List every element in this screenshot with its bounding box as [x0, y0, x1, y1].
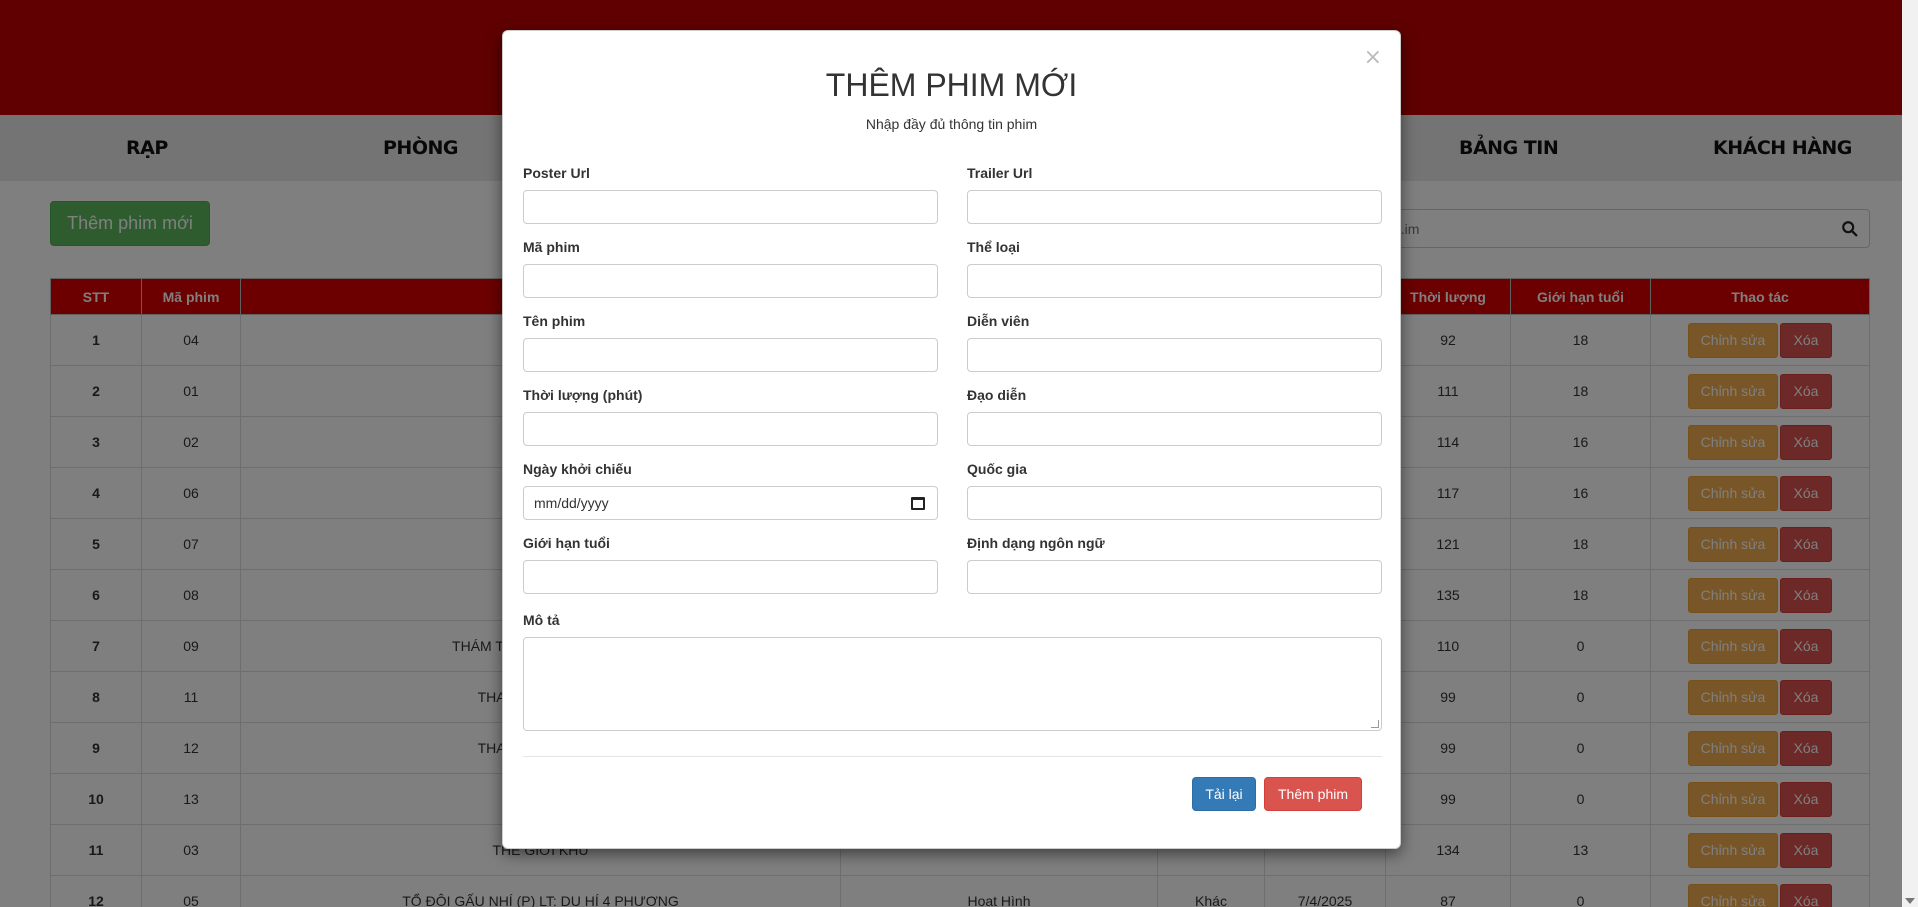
actors-label: Diễn viên — [967, 313, 1030, 329]
submit-movie-button[interactable]: Thêm phim — [1264, 777, 1362, 811]
genre-group: Thể loại — [967, 239, 1382, 298]
country-input[interactable] — [967, 486, 1382, 520]
actors-input[interactable] — [967, 338, 1382, 372]
trailer-url-group: Trailer Url — [967, 165, 1382, 224]
language-label: Định dạng ngôn ngữ — [967, 535, 1105, 551]
name-input[interactable] — [523, 338, 938, 372]
poster-url-label: Poster Url — [523, 165, 590, 181]
reload-button[interactable]: Tải lại — [1192, 777, 1256, 811]
release-date-input[interactable]: mm/dd/yyyy — [523, 486, 938, 520]
modal-title: THÊM PHIM MỚI — [825, 67, 1078, 103]
actors-group: Diễn viên — [967, 313, 1382, 372]
name-label: Tên phim — [523, 313, 586, 329]
duration-group: Thời lượng (phút) — [523, 387, 938, 446]
duration-input[interactable] — [523, 412, 938, 446]
date-placeholder: mm/dd/yyyy — [534, 495, 609, 511]
release-date-label: Ngày khởi chiếu — [523, 461, 632, 477]
code-group: Mã phim — [523, 239, 938, 298]
genre-input[interactable] — [967, 264, 1382, 298]
code-label: Mã phim — [523, 239, 580, 255]
close-icon[interactable]: × — [1364, 47, 1382, 69]
trailer-url-label: Trailer Url — [967, 165, 1033, 181]
language-input[interactable] — [967, 560, 1382, 594]
trailer-url-input[interactable] — [967, 190, 1382, 224]
age-limit-label: Giới hạn tuổi — [523, 535, 610, 551]
name-group: Tên phim — [523, 313, 938, 372]
scroll-down-icon[interactable] — [1905, 898, 1915, 904]
modal-footer-divider — [523, 756, 1382, 757]
language-group: Định dạng ngôn ngữ — [967, 535, 1382, 594]
country-group: Quốc gia — [967, 461, 1382, 520]
modal-subtitle: Nhập đầy đủ thông tin phim — [865, 116, 1038, 132]
genre-label: Thể loại — [967, 239, 1020, 255]
director-group: Đạo diễn — [967, 387, 1382, 446]
country-label: Quốc gia — [967, 461, 1027, 477]
description-group: Mô tả — [523, 612, 1382, 731]
page-scrollbar[interactable] — [1902, 0, 1918, 907]
duration-label: Thời lượng (phút) — [523, 387, 643, 403]
release-date-group: Ngày khởi chiếu mm/dd/yyyy — [523, 461, 938, 520]
description-textarea[interactable] — [523, 637, 1382, 731]
add-movie-modal: × THÊM PHIM MỚI Nhập đầy đủ thông tin ph… — [502, 30, 1401, 849]
code-input[interactable] — [523, 264, 938, 298]
age-limit-input[interactable] — [523, 560, 938, 594]
poster-url-group: Poster Url — [523, 165, 938, 224]
director-label: Đạo diễn — [967, 387, 1027, 403]
description-label: Mô tả — [523, 612, 560, 628]
age-limit-group: Giới hạn tuổi — [523, 535, 938, 594]
director-input[interactable] — [967, 412, 1382, 446]
resize-handle-icon[interactable] — [1371, 720, 1379, 728]
calendar-icon[interactable] — [911, 497, 925, 510]
poster-url-input[interactable] — [523, 190, 938, 224]
